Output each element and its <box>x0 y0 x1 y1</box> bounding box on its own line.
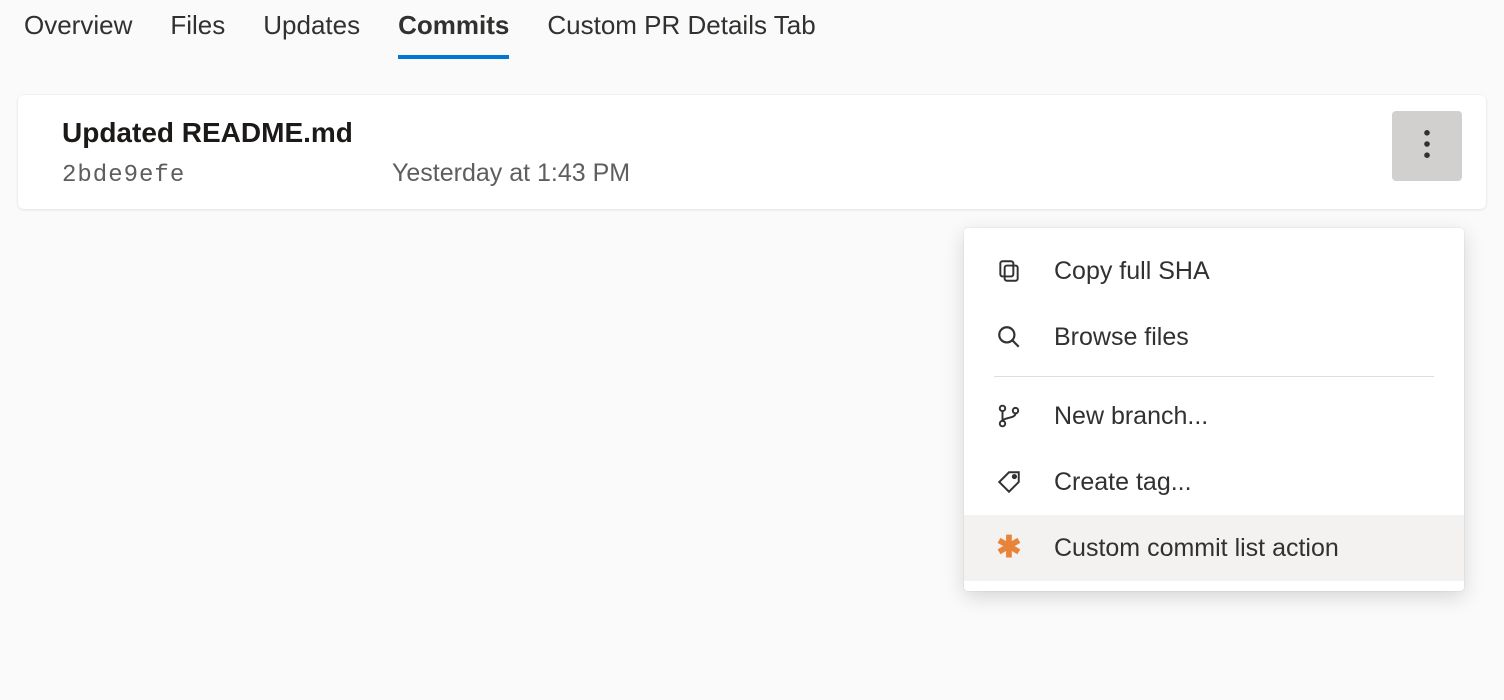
commit-timestamp: Yesterday at 1:43 PM <box>392 159 630 188</box>
menu-item-create-tag[interactable]: Create tag... <box>964 449 1464 515</box>
tab-commits[interactable]: Commits <box>398 10 509 59</box>
tab-updates[interactable]: Updates <box>263 10 360 59</box>
menu-item-custom-commit-action[interactable]: ✱ Custom commit list action <box>964 515 1464 581</box>
tab-overview[interactable]: Overview <box>24 10 132 59</box>
tag-icon <box>994 467 1024 497</box>
copy-icon <box>994 256 1024 286</box>
menu-label: Copy full SHA <box>1054 257 1210 286</box>
more-vertical-icon <box>1417 130 1437 163</box>
menu-item-copy-sha[interactable]: Copy full SHA <box>964 238 1464 304</box>
menu-label: Custom commit list action <box>1054 534 1339 563</box>
menu-item-new-branch[interactable]: New branch... <box>964 383 1464 449</box>
commit-card: Updated README.md 2bde9efe Yesterday at … <box>18 95 1486 209</box>
menu-label: New branch... <box>1054 402 1208 431</box>
asterisk-icon: ✱ <box>994 533 1024 563</box>
commit-title: Updated README.md <box>62 117 1460 149</box>
search-icon <box>994 322 1024 352</box>
commit-context-menu: Copy full SHA Browse files New branch... <box>964 228 1464 591</box>
menu-label: Create tag... <box>1054 468 1192 497</box>
pr-tabs: Overview Files Updates Commits Custom PR… <box>0 0 1504 59</box>
menu-item-browse-files[interactable]: Browse files <box>964 304 1464 370</box>
commit-meta: 2bde9efe Yesterday at 1:43 PM <box>62 159 1460 189</box>
commit-sha: 2bde9efe <box>62 162 392 189</box>
branch-icon <box>994 401 1024 431</box>
tab-custom-pr-details[interactable]: Custom PR Details Tab <box>547 10 815 59</box>
menu-label: Browse files <box>1054 323 1189 352</box>
tab-files[interactable]: Files <box>170 10 225 59</box>
commit-more-button[interactable] <box>1392 111 1462 181</box>
menu-divider <box>994 376 1434 377</box>
